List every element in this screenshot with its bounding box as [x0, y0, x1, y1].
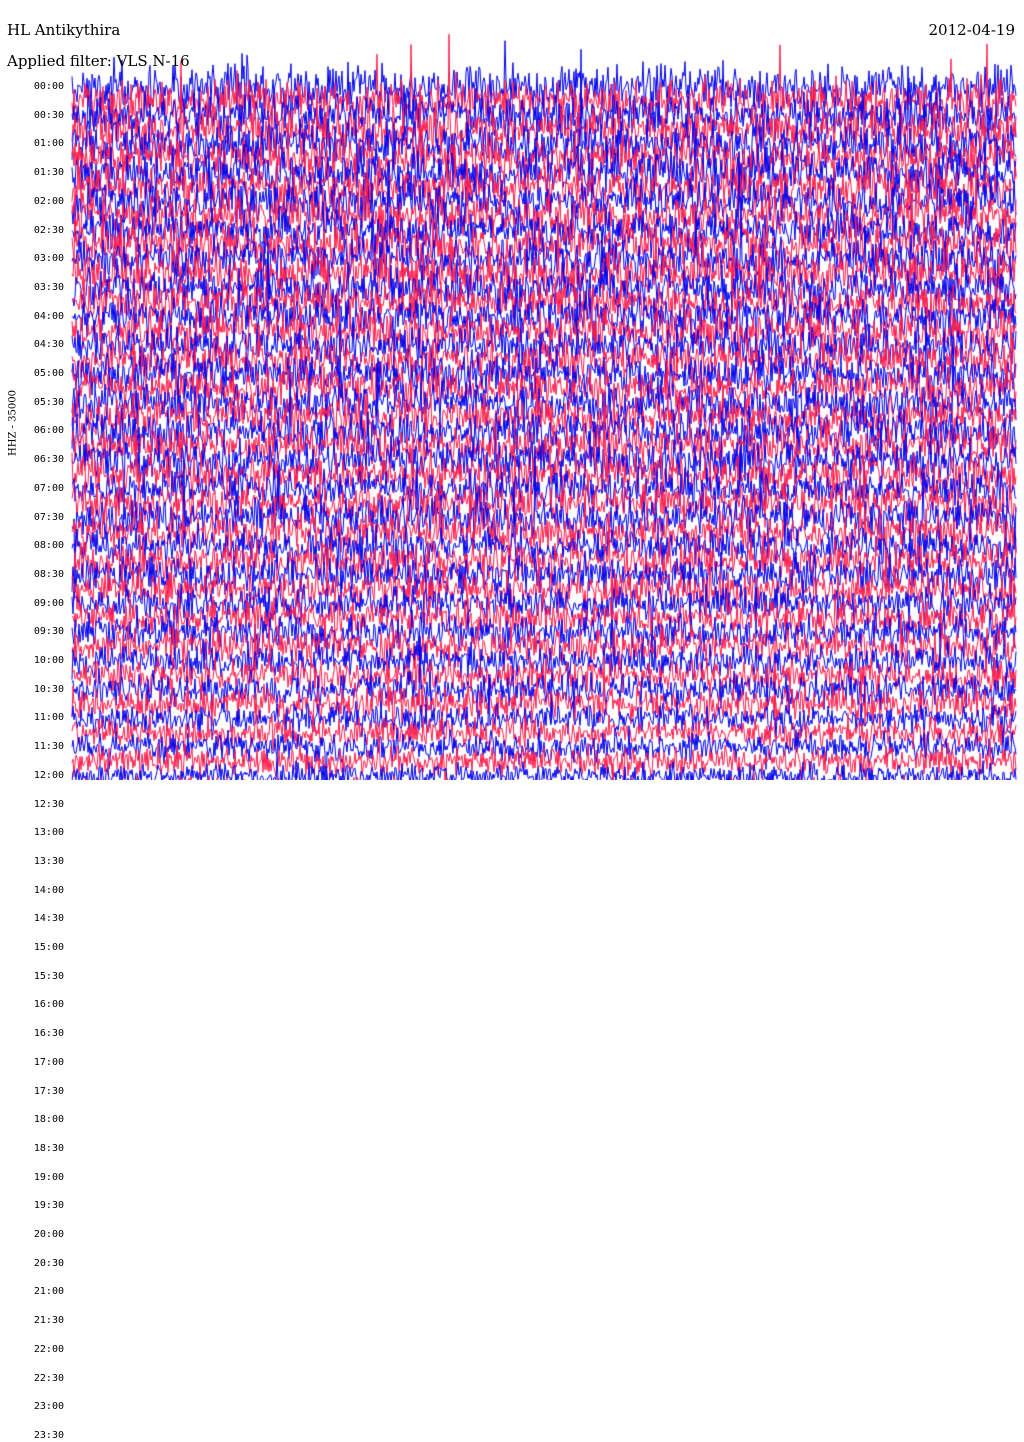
- time-tick-label: 05:00: [33, 368, 64, 379]
- record-date: 2012-04-19: [928, 21, 1015, 39]
- time-tick-label: 02:30: [33, 224, 64, 236]
- time-tick-label: 20:00: [33, 1229, 64, 1240]
- time-tick-label: 13:00: [33, 827, 64, 839]
- time-tick-label: 21:30: [33, 1315, 64, 1327]
- time-tick-label: 07:00: [33, 482, 64, 494]
- time-tick-label: 02:00: [33, 195, 64, 207]
- time-tick-label: 04:30: [33, 339, 64, 351]
- time-tick-label: 04:00: [33, 310, 64, 322]
- time-tick-label: 21:00: [33, 1286, 64, 1298]
- time-tick-label: 12:30: [33, 798, 64, 810]
- time-tick-label: 06:30: [33, 454, 64, 466]
- time-tick-label: 10:00: [33, 655, 64, 666]
- time-tick-label: 23:00: [33, 1401, 64, 1413]
- time-tick-label: 17:00: [33, 1056, 64, 1068]
- time-tick-label: 01:00: [33, 138, 64, 150]
- time-tick-label: 17:30: [33, 1085, 64, 1097]
- time-tick-label: 03:00: [33, 253, 64, 265]
- time-tick-label: 18:30: [33, 1142, 64, 1154]
- time-tick-label: 00:30: [33, 109, 64, 121]
- time-tick-label: 03:30: [33, 281, 64, 293]
- time-tick-label: 15:00: [33, 942, 64, 953]
- time-tick-label: 08:00: [33, 540, 64, 552]
- time-tick-label: 07:30: [33, 511, 64, 523]
- time-tick-label: 11:30: [33, 741, 64, 753]
- time-tick-label: 08:30: [33, 568, 64, 580]
- time-tick-label: 14:30: [33, 913, 64, 925]
- time-tick-label: 01:30: [33, 167, 64, 179]
- station-title: HL Antikythira: [7, 21, 121, 39]
- time-tick-label: 09:30: [33, 626, 64, 638]
- time-tick-label: 15:30: [33, 970, 64, 982]
- time-tick-label: 14:00: [33, 884, 64, 896]
- time-tick-label: 06:00: [33, 425, 64, 437]
- time-tick-label: 10:30: [33, 683, 64, 695]
- seismogram-canvas: [0, 0, 1024, 780]
- time-tick-label: 20:30: [33, 1257, 64, 1269]
- time-tick-label: 09:00: [33, 597, 64, 609]
- time-tick-label: 16:00: [33, 999, 64, 1011]
- time-tick-label: 23:30: [33, 1429, 64, 1441]
- time-tick-label: 16:30: [33, 1028, 64, 1040]
- time-tick-label: 13:30: [33, 855, 64, 867]
- time-tick-label: 00:00: [33, 81, 64, 92]
- filter-subtitle: Applied filter: VLS N-16: [7, 52, 190, 70]
- time-tick-label: 18:00: [33, 1114, 64, 1126]
- time-tick-label: 19:00: [33, 1171, 64, 1183]
- time-tick-label: 22:00: [33, 1343, 64, 1355]
- time-tick-label: 19:30: [33, 1200, 64, 1212]
- time-tick-label: 22:30: [33, 1372, 64, 1384]
- time-tick-label: 05:30: [33, 396, 64, 408]
- time-tick-label: 11:00: [33, 712, 64, 724]
